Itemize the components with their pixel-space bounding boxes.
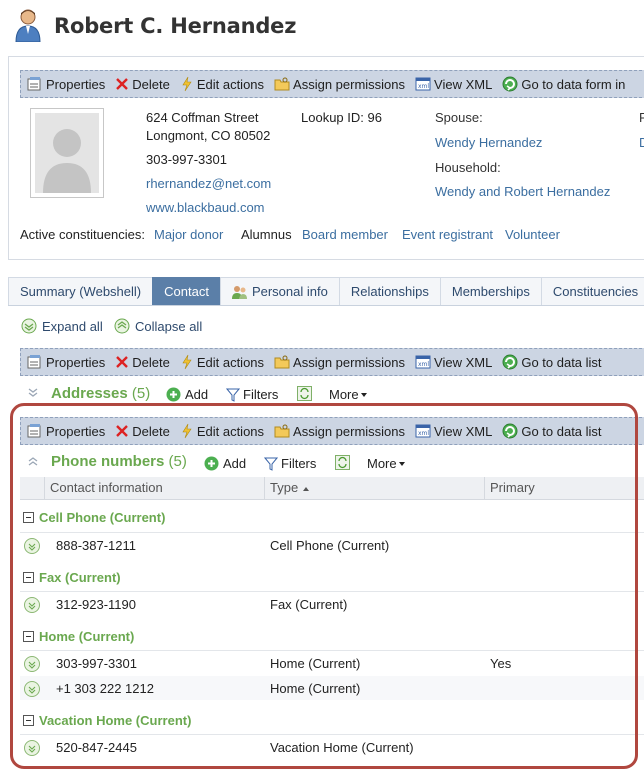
addresses-filters-button[interactable]: Filters xyxy=(226,387,278,402)
people-icon xyxy=(231,285,247,299)
addresses-refresh-button[interactable] xyxy=(297,386,312,404)
email-link[interactable]: rhernandez@net.com xyxy=(146,176,271,191)
address-line-1: 624 Coffman Street xyxy=(146,110,259,125)
expand-all-button[interactable]: Expand all xyxy=(21,318,103,334)
constituency-major-donor[interactable]: Major donor xyxy=(154,227,223,242)
address-line-2: Longmont, CO 80502 xyxy=(146,128,271,143)
delete-button[interactable]: Delete xyxy=(115,77,170,92)
expand-all-icon xyxy=(21,318,37,334)
highlight-annotation xyxy=(10,403,638,769)
household-link[interactable]: Wendy and Robert Hernandez xyxy=(435,184,610,199)
tab-label: Memberships xyxy=(451,284,530,299)
xml-icon: xml xyxy=(415,355,431,369)
assign-permissions-label: Assign permissions xyxy=(293,76,406,92)
assign-permissions-label: Assign permissions xyxy=(293,354,406,370)
lightning-icon xyxy=(182,354,192,370)
constituency-volunteer[interactable]: Volunteer xyxy=(505,227,560,242)
expand-all-label: Expand all xyxy=(42,318,103,334)
delete-x-icon xyxy=(116,78,129,90)
tab-label: Relationships xyxy=(350,284,429,299)
cut-off-label: P xyxy=(639,110,644,125)
folder-key-icon xyxy=(274,77,290,91)
addresses-count: (5) xyxy=(131,385,151,402)
lookup-id: Lookup ID: 96 xyxy=(301,110,382,125)
tab-relationships[interactable]: Relationships xyxy=(338,277,441,305)
tab-label: Contact xyxy=(164,284,209,299)
collapse-all-label: Collapse all xyxy=(135,318,203,334)
addresses-filters-label: Filters xyxy=(243,387,279,402)
add-plus-icon xyxy=(166,387,181,402)
addresses-section-title[interactable]: Addresses (5) xyxy=(51,385,150,402)
tab-label: Summary (Webshell) xyxy=(20,284,142,299)
go-arrow-icon xyxy=(502,354,518,370)
edit-actions-label: Edit actions xyxy=(196,76,265,92)
contact-toolbar: Properties Delete Edit actions Assign pe… xyxy=(20,348,644,376)
addresses-more-button[interactable]: More xyxy=(329,387,368,402)
tab-constituencies[interactable]: Constituencies xyxy=(540,277,644,305)
dropdown-arrow-icon xyxy=(360,392,367,397)
properties-button[interactable]: Properties xyxy=(27,354,105,370)
tab-summary-webshell[interactable]: Summary (Webshell) xyxy=(8,277,154,305)
website-link[interactable]: www.blackbaud.com xyxy=(146,200,265,215)
properties-label: Properties xyxy=(46,354,106,370)
properties-icon xyxy=(27,77,41,91)
delete-x-icon xyxy=(116,356,129,368)
delete-label: Delete xyxy=(132,76,170,92)
primary-phone: 303-997-3301 xyxy=(146,152,227,167)
constituency-event-registrant[interactable]: Event registrant xyxy=(402,227,493,242)
addresses-expand-chevron[interactable] xyxy=(27,386,39,401)
edit-actions-button[interactable]: Edit actions xyxy=(180,76,264,92)
go-arrow-icon xyxy=(502,76,518,92)
silhouette-icon xyxy=(35,113,99,193)
page-title: Robert C. Hernandez xyxy=(54,14,297,38)
constituencies-label: Active constituencies: xyxy=(20,227,146,242)
svg-text:xml: xml xyxy=(418,361,429,368)
addresses-add-button[interactable]: Add xyxy=(166,387,208,402)
view-xml-button[interactable]: xml View XML xyxy=(415,354,492,370)
go-to-data-list-button[interactable]: Go to data list xyxy=(502,354,602,370)
spouse-label: Spouse: xyxy=(435,110,483,125)
tab-label: Constituencies xyxy=(552,284,639,299)
household-label: Household: xyxy=(435,160,501,175)
tab-bar: Summary (Webshell) Contact Personal info… xyxy=(8,277,644,306)
svg-text:xml: xml xyxy=(418,83,429,90)
properties-label: Properties xyxy=(46,76,106,92)
assign-permissions-button[interactable]: Assign permissions xyxy=(274,76,405,92)
spouse-link[interactable]: Wendy Hernandez xyxy=(435,135,542,150)
constituent-person-icon xyxy=(14,8,44,43)
cut-off-link[interactable]: D xyxy=(639,135,644,150)
properties-button[interactable]: Properties xyxy=(27,76,105,92)
lightning-icon xyxy=(182,76,192,92)
assign-permissions-button[interactable]: Assign permissions xyxy=(274,354,405,370)
go-to-label: Go to data list xyxy=(521,354,602,370)
tab-label: Personal info xyxy=(251,284,328,299)
edit-actions-label: Edit actions xyxy=(196,354,265,370)
delete-button[interactable]: Delete xyxy=(115,355,170,370)
collapse-all-button[interactable]: Collapse all xyxy=(114,318,202,334)
chevron-expand-icon xyxy=(28,388,38,397)
go-to-data-form-button[interactable]: Go to data form in xyxy=(502,76,625,92)
tab-personal-info[interactable]: Personal info xyxy=(219,277,340,305)
addresses-more-label: More xyxy=(329,387,359,402)
constituent-photo xyxy=(30,108,104,198)
edit-actions-button[interactable]: Edit actions xyxy=(180,354,264,370)
filter-funnel-icon xyxy=(226,388,240,402)
constituency-alumnus: Alumnus xyxy=(241,227,292,242)
refresh-icon xyxy=(297,386,312,401)
constituency-board-member[interactable]: Board member xyxy=(302,227,388,242)
tab-memberships[interactable]: Memberships xyxy=(439,277,542,305)
xml-icon: xml xyxy=(415,77,431,91)
summary-toolbar: Properties Delete Edit actions Assign pe… xyxy=(20,70,644,98)
addresses-title: Addresses xyxy=(51,385,128,402)
go-to-label: Go to data form in xyxy=(521,76,626,92)
view-xml-label: View XML xyxy=(434,76,493,92)
folder-key-icon xyxy=(274,355,290,369)
view-xml-label: View XML xyxy=(434,354,493,370)
addresses-add-label: Add xyxy=(185,387,209,402)
collapse-all-icon xyxy=(114,318,130,334)
view-xml-button[interactable]: xml View XML xyxy=(415,76,492,92)
tab-contact[interactable]: Contact xyxy=(152,277,221,305)
properties-icon xyxy=(27,355,41,369)
delete-label: Delete xyxy=(132,354,170,370)
